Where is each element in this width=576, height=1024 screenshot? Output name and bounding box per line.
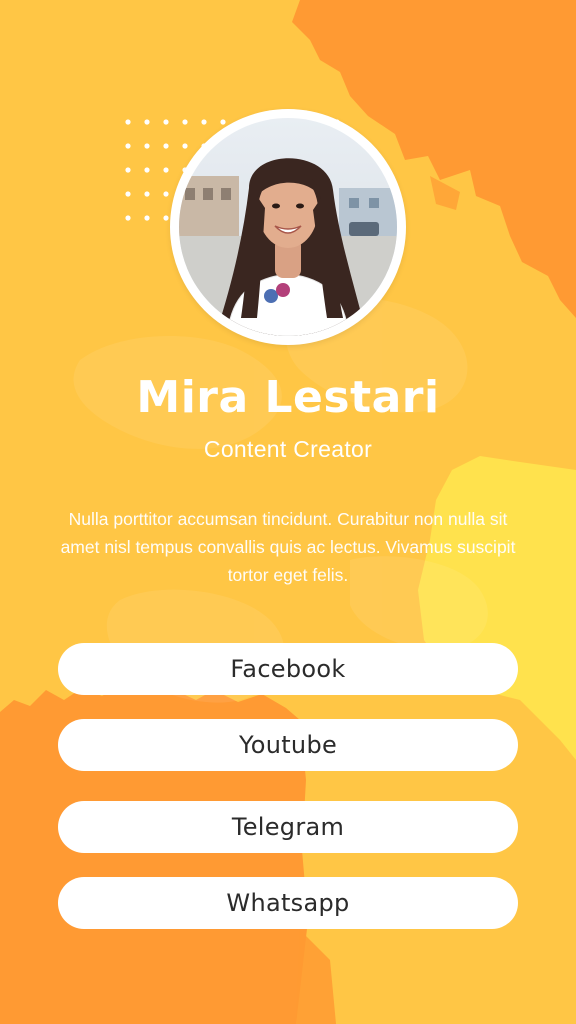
whatsapp-link-button[interactable]: Whatsapp <box>58 877 518 929</box>
avatar <box>179 118 397 336</box>
profile-bio: Nulla porttitor accumsan tincidunt. Cura… <box>60 509 516 585</box>
youtube-link-button[interactable]: Youtube <box>58 719 518 771</box>
profile-name: Mira Lestari <box>136 372 440 423</box>
telegram-link-button[interactable]: Telegram <box>58 801 518 853</box>
profile-role: Content Creator <box>203 436 373 462</box>
profile-photo <box>179 118 397 336</box>
facebook-link-button[interactable]: Facebook <box>58 643 518 695</box>
link-in-bio-page: Mira Lestari Content Creator Nulla portt… <box>0 0 576 1024</box>
